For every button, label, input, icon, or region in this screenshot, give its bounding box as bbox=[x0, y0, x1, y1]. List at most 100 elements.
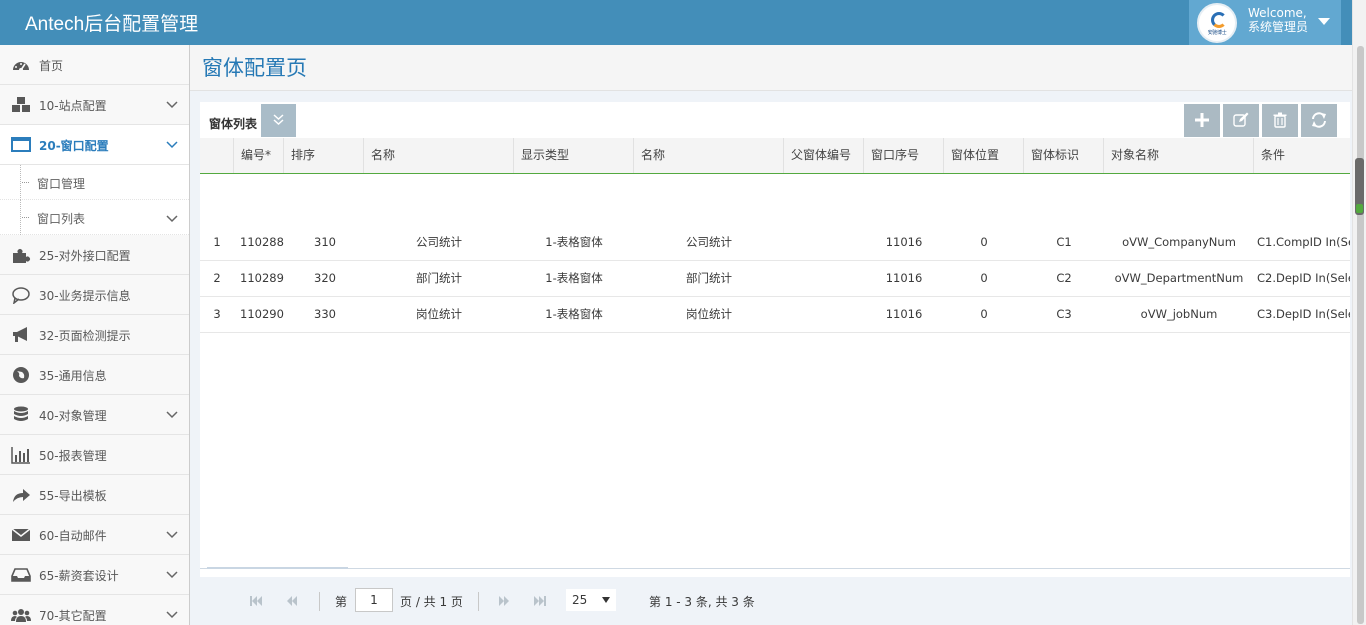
add-button[interactable] bbox=[1183, 104, 1220, 137]
comment-icon bbox=[12, 287, 30, 304]
table-row[interactable]: 3 110290 330 岗位统计 1-表格窗体 岗位统计 11016 0 C3… bbox=[200, 297, 1350, 333]
sidebar-subitem-window-manage[interactable]: 窗口管理 bbox=[0, 165, 189, 200]
sidebar-item-label: 70-其它配置 bbox=[39, 609, 107, 623]
collapse-grid-button[interactable] bbox=[261, 104, 296, 137]
column-header[interactable]: 窗口序号 bbox=[864, 138, 944, 173]
sidebar-item-label: 35-通用信息 bbox=[39, 369, 107, 383]
sidebar-subitem-window-list[interactable]: 窗口列表 bbox=[0, 200, 189, 235]
sidebar-item-object-manage[interactable]: 40-对象管理 bbox=[0, 395, 189, 435]
cell-name: 岗位统计 bbox=[416, 307, 462, 321]
cell-type: 1-表格窗体 bbox=[545, 271, 603, 285]
sidebar-item-report-manage[interactable]: 50-报表管理 bbox=[0, 435, 189, 475]
sidebar-item-window-config[interactable]: 20-窗口配置 bbox=[0, 125, 189, 165]
sidebar-item-label: 50-报表管理 bbox=[39, 449, 107, 463]
chevron-down-icon bbox=[166, 141, 178, 149]
cell-object: oVW_CompanyNum bbox=[1122, 235, 1236, 249]
grid-header-row: 编号* 排序 名称 显示类型 名称 父窗体编号 窗口序号 窗体位置 窗体标识 对… bbox=[200, 138, 1350, 174]
pager-separator bbox=[319, 592, 320, 611]
caret-down-icon bbox=[602, 597, 610, 603]
double-chevron-down-icon bbox=[273, 114, 284, 126]
sidebar-item-salary-design[interactable]: 65-薪资套设计 bbox=[0, 555, 189, 595]
column-header[interactable]: 窗体标识 bbox=[1024, 138, 1104, 173]
window-grid: 窗体列表 编号* 排序 名称 显示类型 名称 父窗体编号 窗口序号 窗体位置 窗… bbox=[200, 102, 1350, 625]
cell-pos: 0 bbox=[980, 235, 988, 249]
cell-id: 110290 bbox=[240, 307, 284, 321]
chevron-down-icon bbox=[166, 411, 178, 419]
sidebar-item-general-info[interactable]: 35-通用信息 bbox=[0, 355, 189, 395]
cell-seq: 11016 bbox=[885, 307, 923, 321]
page-size-select[interactable]: 25 bbox=[566, 589, 616, 611]
page-label: 第 bbox=[335, 595, 348, 609]
column-header[interactable]: 名称 bbox=[364, 138, 514, 173]
app-title[interactable]: Antech后台配置管理 bbox=[25, 9, 198, 36]
column-header[interactable]: 显示类型 bbox=[514, 138, 634, 173]
refresh-button[interactable] bbox=[1300, 104, 1337, 137]
column-header[interactable]: 排序 bbox=[284, 138, 364, 173]
row-number: 3 bbox=[213, 307, 221, 321]
previous-page-icon[interactable] bbox=[282, 591, 302, 611]
record-summary: 第 1 - 3 条, 共 3 条 bbox=[649, 595, 755, 609]
caret-down-icon[interactable] bbox=[1318, 18, 1330, 25]
user-greeting: Welcome, 系统管理员 bbox=[1248, 6, 1308, 34]
globe-icon bbox=[13, 367, 29, 383]
delete-button[interactable] bbox=[1261, 104, 1298, 137]
cell-parent bbox=[784, 225, 864, 260]
users-icon bbox=[11, 609, 31, 622]
column-header[interactable]: 父窗体编号 bbox=[784, 138, 864, 173]
page-number-input[interactable] bbox=[355, 588, 393, 612]
cell-name2: 公司统计 bbox=[686, 235, 732, 249]
last-page-icon[interactable] bbox=[530, 591, 550, 611]
sidebar-item-page-check[interactable]: 32-页面检测提示 bbox=[0, 315, 189, 355]
column-header[interactable]: 条件 bbox=[1254, 138, 1350, 173]
sidebar-item-label: 32-页面检测提示 bbox=[39, 329, 131, 343]
table-row[interactable]: 1 110288 310 公司统计 1-表格窗体 公司统计 11016 0 C1… bbox=[200, 225, 1350, 261]
cell-name2: 岗位统计 bbox=[686, 307, 732, 321]
dashboard-icon bbox=[13, 62, 29, 72]
cubes-icon bbox=[12, 97, 30, 112]
row-number: 2 bbox=[213, 271, 221, 285]
cell-condition: C3.DepID In(Sele bbox=[1257, 307, 1350, 321]
cell-name: 公司统计 bbox=[416, 235, 462, 249]
table-row[interactable]: 2 110289 320 部门统计 1-表格窗体 部门统计 11016 0 C2… bbox=[200, 261, 1350, 297]
grid-caption: 窗体列表 bbox=[200, 102, 1350, 138]
rownum-header bbox=[200, 138, 234, 173]
column-header[interactable]: 编号* bbox=[234, 138, 284, 173]
cell-type: 1-表格窗体 bbox=[545, 307, 603, 321]
avatar-logo-text: 安驰博士 bbox=[1207, 30, 1227, 36]
envelope-icon bbox=[11, 528, 31, 541]
sidebar-item-label: 首页 bbox=[39, 59, 64, 73]
sidebar-item-auto-mail[interactable]: 60-自动邮件 bbox=[0, 515, 189, 555]
next-page-icon[interactable] bbox=[494, 591, 514, 611]
sidebar-item-home[interactable]: 首页 bbox=[0, 45, 189, 85]
cell-condition: C2.DepID In(Sele bbox=[1257, 271, 1350, 285]
edit-button[interactable] bbox=[1222, 104, 1259, 137]
delete-icon bbox=[1273, 112, 1287, 128]
page-scrollbar-thumb[interactable] bbox=[1357, 46, 1364, 624]
sidebar-item-site-config[interactable]: 10-站点配置 bbox=[0, 85, 189, 125]
puzzle-icon bbox=[13, 249, 30, 263]
column-header[interactable]: 名称 bbox=[634, 138, 784, 173]
sidebar-item-other-config[interactable]: 70-其它配置 bbox=[0, 595, 189, 625]
sidebar-item-export-template[interactable]: 55-导出模板 bbox=[0, 475, 189, 515]
mini-scroll-indicator[interactable] bbox=[1355, 158, 1364, 215]
cell-sort: 320 bbox=[314, 271, 336, 285]
cell-parent bbox=[784, 261, 864, 296]
first-page-icon[interactable] bbox=[246, 591, 266, 611]
sidebar-item-business-tips[interactable]: 30-业务提示信息 bbox=[0, 275, 189, 315]
column-header[interactable]: 窗体位置 bbox=[944, 138, 1024, 173]
column-header[interactable]: 对象名称 bbox=[1104, 138, 1254, 173]
page-header: 窗体配置页 bbox=[190, 45, 1352, 91]
user-menu[interactable]: 安驰博士 Welcome, 系统管理员 bbox=[1189, 0, 1341, 45]
page-scrollbar[interactable] bbox=[1352, 0, 1366, 625]
pager-separator bbox=[478, 592, 479, 611]
horizontal-scrollbar[interactable] bbox=[207, 567, 348, 569]
grid-title: 窗体列表 bbox=[209, 117, 258, 131]
cell-pos: 0 bbox=[980, 307, 988, 321]
edit-icon bbox=[1233, 112, 1249, 127]
sidebar-item-external-api[interactable]: 25-对外接口配置 bbox=[0, 235, 189, 275]
sidebar-item-label: 60-自动邮件 bbox=[39, 529, 107, 543]
add-icon bbox=[1195, 113, 1209, 127]
main-content: 窗体配置页 窗体列表 编号* 排序 名称 显示类型 名称 父窗体编号 窗口序号 … bbox=[190, 45, 1352, 625]
grid-divider bbox=[200, 568, 1350, 569]
cell-sort: 310 bbox=[314, 235, 336, 249]
